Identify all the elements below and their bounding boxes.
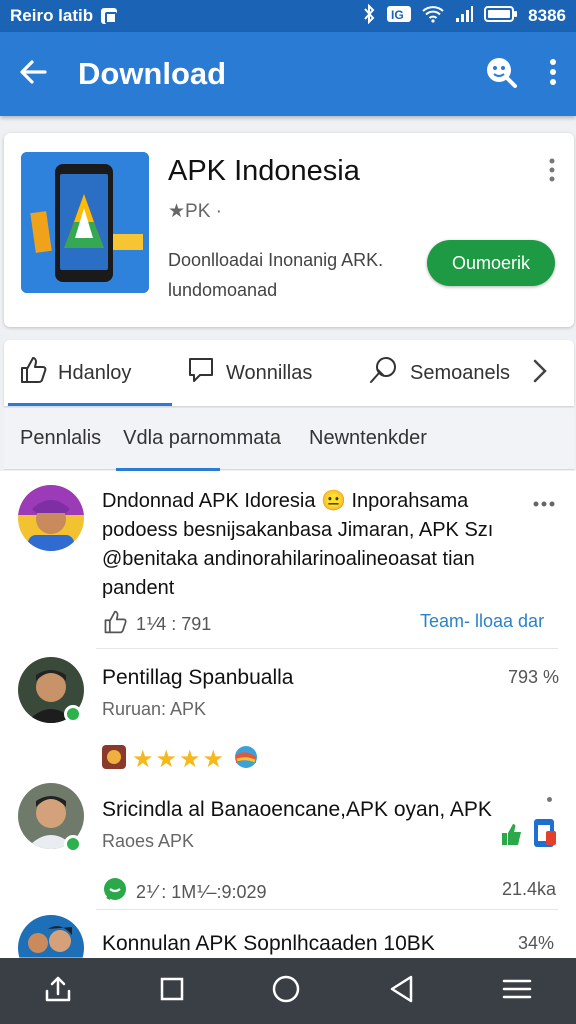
star-icon: ★	[155, 746, 178, 773]
signal-icon	[454, 5, 474, 28]
list-item[interactable]: Dndonnad APK Idoresia 😐 Inporahsama podo…	[0, 471, 576, 649]
back-icon[interactable]	[387, 974, 415, 1009]
post-title: Sricindla al Banaoencane,APK oyan, APK	[102, 798, 492, 821]
post-percent: 34%	[518, 933, 555, 953]
post-more-icon[interactable]	[532, 495, 556, 513]
list-item[interactable]: Sricindla al Banaoencane,APK oyan, APK R…	[0, 781, 576, 911]
tab-bar: Pennlalis Vdla parnommata Newntenkder	[4, 408, 574, 471]
star-icon: ★	[132, 746, 154, 773]
page-title: Download	[78, 56, 227, 91]
share-icon	[368, 355, 400, 391]
app-bar: Download	[0, 32, 576, 116]
tab-1[interactable]: Vdla parnommata	[113, 408, 293, 469]
search-icon[interactable]	[484, 55, 518, 94]
card-more-icon[interactable]	[548, 157, 556, 188]
menu-icon[interactable]	[501, 976, 533, 1007]
action-share[interactable]: Semoanels	[354, 340, 524, 406]
bluetooth-icon	[362, 3, 376, 29]
star-icon: ★	[179, 746, 201, 773]
star-icon: ★	[202, 746, 225, 773]
app-name: APK Indonesia	[168, 155, 360, 187]
post-likes[interactable]: 1⅟4 : 791	[102, 609, 211, 640]
post-link[interactable]: Team- lloaa dar	[420, 611, 544, 632]
feed: Dndonnad APK Idoresia 😐 Inporahsama podo…	[0, 471, 576, 958]
thumbs-up-icon	[18, 355, 48, 391]
online-badge	[64, 835, 82, 853]
post-count: 21.4ka	[502, 879, 557, 899]
rating-row: ★ ★ ★ ★	[102, 745, 258, 774]
thumbs-up-icon	[102, 609, 128, 640]
post-title: Konnulan APK Sopnlhcaaden 10BK	[102, 932, 435, 955]
share-up-icon[interactable]	[43, 974, 73, 1009]
divider	[96, 909, 558, 910]
comment-icon	[186, 355, 216, 391]
back-arrow-icon[interactable]	[18, 57, 48, 92]
action-like[interactable]: Hdanloy	[4, 340, 172, 406]
app-icon	[21, 152, 149, 293]
globe-icon	[234, 745, 258, 774]
app-thumb-icon	[102, 745, 126, 774]
online-badge	[64, 705, 82, 723]
post-title: Pentillag Spanbualla	[102, 666, 294, 689]
notification-icon	[101, 8, 118, 24]
list-item[interactable]: Pentillag Spanbualla Ruruan: APK 793 % ★…	[0, 649, 576, 781]
dot-icon	[547, 797, 552, 802]
more-vert-icon[interactable]	[548, 57, 558, 92]
message-icon	[102, 877, 128, 908]
avatar	[18, 485, 84, 551]
post-percent: 793 %	[508, 667, 560, 687]
action-share-label: Semoanels	[410, 361, 511, 384]
install-button[interactable]: Oumoerik	[427, 240, 555, 286]
wifi-icon	[422, 5, 444, 28]
battery-icon	[484, 5, 518, 28]
action-comment[interactable]: Wonnillas	[172, 340, 354, 406]
recents-icon[interactable]	[159, 976, 185, 1007]
tab-0[interactable]: Pennlalis	[4, 408, 113, 469]
app-description: Doonlloadai Inonanig ARK. lundomoanad	[168, 250, 384, 300]
nfc-icon: IG	[386, 5, 412, 28]
home-icon[interactable]	[271, 974, 301, 1009]
system-nav-bar	[0, 958, 576, 1024]
app-badge-icon	[530, 817, 560, 854]
app-subtitle: ★PK ·	[168, 201, 222, 222]
post-likes-count: 1⅟4 : 791	[136, 614, 212, 634]
post-subtitle: Raoes APK	[102, 831, 195, 851]
post-meta: 2⅟ : 1M⅟–:9:029	[102, 877, 267, 908]
action-bar: Hdanloy Wonnillas Semoanels	[4, 340, 574, 406]
chevron-right-icon[interactable]	[532, 358, 548, 389]
status-bar: Reiro latib IG 8386	[0, 0, 576, 32]
carrier-label: Reiro latib	[10, 6, 94, 25]
post-meta-text: 2⅟ : 1M⅟–:9:029	[136, 882, 267, 902]
action-like-label: Hdanloy	[58, 361, 132, 384]
action-comment-label: Wonnillas	[226, 361, 313, 384]
svg-text:IG: IG	[391, 8, 404, 22]
tab-2[interactable]: Newntenkder	[293, 408, 439, 469]
clock-label: 8386	[528, 6, 566, 25]
app-card: APK Indonesia ★PK · Doonlloadai Inonanig…	[4, 133, 574, 327]
green-thumb-icon	[500, 821, 528, 852]
avatar	[18, 915, 84, 958]
post-body: podoess besnijsakanbasa Jimaran, APK Szı…	[102, 519, 494, 599]
post-title: Dndonnad APK Idoresia 😐 Inporahsama	[102, 490, 469, 512]
post-subtitle: Ruruan: APK	[102, 699, 207, 719]
list-item[interactable]: Konnulan APK Sopnlhcaaden 10BK 34%	[0, 911, 576, 958]
